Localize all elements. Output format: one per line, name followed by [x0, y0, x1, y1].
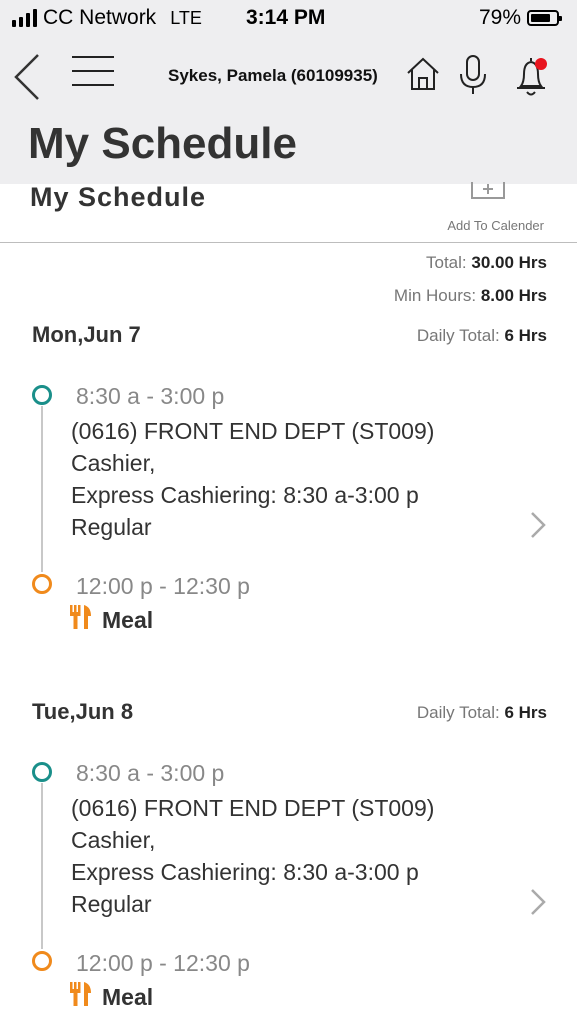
status-bar: CC Network LTE 3:14 PM 79%: [0, 0, 577, 38]
battery-percent: 79%: [478, 6, 521, 29]
min-hours-value: 8.00 Hrs: [480, 286, 547, 305]
fork-knife-icon: [70, 605, 91, 629]
status-right: 79%: [478, 6, 562, 30]
meal-dot: [32, 574, 52, 594]
shift-type[interactable]: Regular: [71, 891, 152, 918]
status-left: CC Network LTE: [12, 6, 202, 30]
total-hours: Total: 30.00 Hrs: [426, 253, 547, 273]
meal-label: Meal: [102, 984, 154, 1010]
shift-activity[interactable]: Express Cashiering: 8:30 a-3:00 p: [71, 482, 419, 509]
shift-job[interactable]: Cashier,: [71, 450, 155, 477]
schedule-header: My Schedule Add To Calender: [0, 182, 577, 243]
page-title: My Schedule: [28, 119, 297, 168]
page-title-bar: My Schedule: [0, 118, 577, 184]
daily-total-value: 6 Hrs: [504, 703, 547, 722]
daily-total-label: Daily Total:: [416, 703, 500, 722]
battery-icon: [527, 10, 562, 26]
shift-time: 8:30 a - 3:00 p: [76, 383, 225, 409]
timeline-line: [41, 406, 43, 572]
shift-job[interactable]: Cashier,: [71, 827, 155, 854]
notification-dot: [535, 58, 547, 70]
day-date: Tue,Jun 8: [32, 699, 134, 724]
home-icon[interactable]: [405, 56, 441, 92]
fork-knife-icon: [70, 982, 91, 1006]
daily-total-value: 6 Hrs: [504, 326, 547, 345]
calendar-add-icon[interactable]: [471, 182, 505, 200]
add-to-calendar-button[interactable]: Add To Calender: [447, 218, 544, 233]
back-icon[interactable]: [12, 52, 42, 102]
total-label: Total:: [426, 253, 467, 272]
daily-total: Daily Total: 6 Hrs: [417, 326, 547, 346]
total-value: 30.00 Hrs: [471, 253, 547, 272]
microphone-icon[interactable]: [458, 54, 488, 96]
daily-total-label: Daily Total:: [416, 326, 500, 345]
meal-label: Meal: [102, 607, 154, 633]
meal-time: 12:00 p - 12:30 p: [76, 573, 250, 599]
shift-activity[interactable]: Express Cashiering: 8:30 a-3:00 p: [71, 859, 419, 886]
shift-time: 8:30 a - 3:00 p: [76, 760, 225, 786]
min-hours: Min Hours: 8.00 Hrs: [394, 286, 547, 306]
carrier-label: CC Network: [43, 6, 157, 29]
min-hours-label: Min Hours:: [393, 286, 477, 305]
daily-total: Daily Total: 6 Hrs: [417, 703, 547, 723]
user-name: Sykes, Pamela (60109935): [168, 66, 378, 85]
timeline-line: [41, 783, 43, 949]
shift-dot: [32, 762, 52, 782]
shift-department[interactable]: (0616) FRONT END DEPT (ST009): [71, 418, 434, 445]
bell-icon[interactable]: [513, 54, 553, 98]
shift-type[interactable]: Regular: [71, 514, 152, 541]
top-nav-bar: Sykes, Pamela (60109935): [0, 38, 577, 118]
shift-dot: [32, 385, 52, 405]
clock: 3:14 PM: [246, 6, 326, 29]
signal-icon: [12, 9, 37, 27]
menu-icon[interactable]: [72, 56, 114, 90]
meal-dot: [32, 951, 52, 971]
day-date: Mon,Jun 7: [32, 322, 141, 347]
chevron-right-icon[interactable]: [528, 887, 548, 917]
chevron-right-icon[interactable]: [528, 510, 548, 540]
meal-time: 12:00 p - 12:30 p: [76, 950, 250, 976]
shift-department[interactable]: (0616) FRONT END DEPT (ST009): [71, 795, 434, 822]
section-title: My Schedule: [30, 182, 207, 212]
network-label: LTE: [170, 7, 202, 28]
